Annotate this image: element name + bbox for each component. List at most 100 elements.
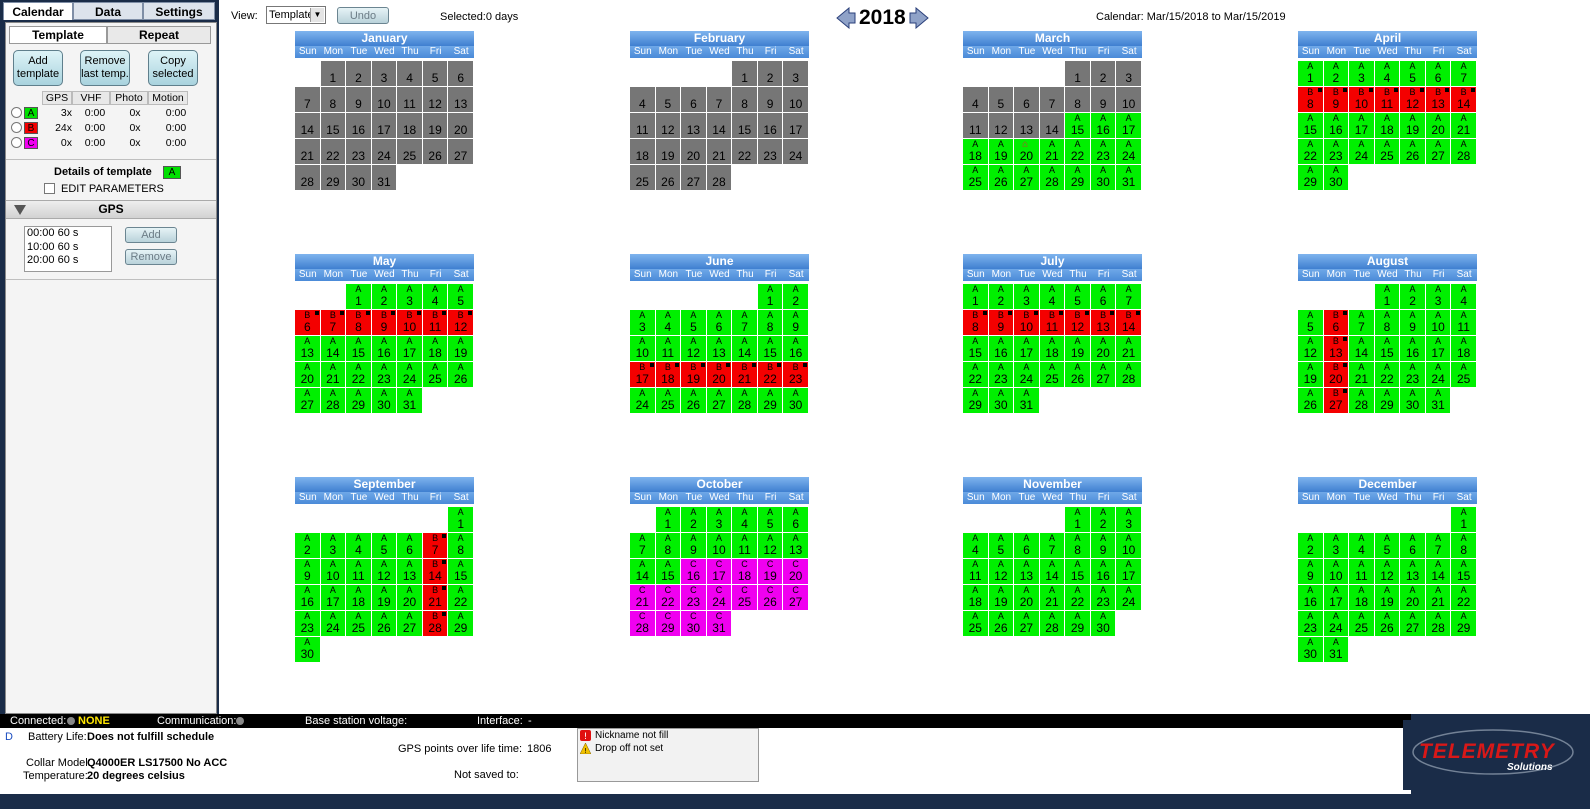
- day-cell[interactable]: C 21: [630, 585, 656, 611]
- day-cell[interactable]: A 23: [1090, 585, 1117, 611]
- month-title[interactable]: May: [295, 254, 474, 269]
- day-cell[interactable]: 28: [706, 165, 733, 191]
- day-cell[interactable]: 5: [988, 87, 1015, 113]
- day-cell[interactable]: 27: [681, 165, 707, 191]
- day-cell[interactable]: 11: [963, 113, 989, 139]
- tab-calendar[interactable]: Calendar: [3, 2, 73, 20]
- day-cell[interactable]: A 16: [1090, 559, 1117, 585]
- day-cell[interactable]: A 23: [1400, 362, 1426, 388]
- day-cell[interactable]: A 26: [988, 611, 1015, 637]
- day-cell[interactable]: A4: [732, 507, 758, 533]
- day-cell[interactable]: A 31: [1014, 388, 1040, 414]
- day-cell[interactable]: A 31: [397, 388, 423, 414]
- day-cell[interactable]: A 16: [1400, 336, 1426, 362]
- day-cell[interactable]: 14: [295, 113, 321, 139]
- day-cell[interactable]: A8: [1065, 533, 1091, 559]
- day-cell[interactable]: B 20: [1323, 362, 1350, 388]
- day-cell[interactable]: A 28: [1039, 611, 1066, 637]
- day-cell[interactable]: A 30: [1090, 611, 1117, 637]
- day-cell[interactable]: 31: [371, 165, 398, 191]
- day-cell[interactable]: A 16: [783, 336, 809, 362]
- day-cell[interactable]: A 11: [655, 336, 682, 362]
- day-cell[interactable]: A 16: [371, 336, 398, 362]
- day-cell[interactable]: 8: [320, 87, 347, 113]
- day-cell[interactable]: A4: [1374, 61, 1401, 87]
- day-cell[interactable]: A4: [1349, 533, 1375, 559]
- day-cell[interactable]: A3: [1349, 61, 1375, 87]
- template-radio[interactable]: [11, 122, 22, 133]
- day-cell[interactable]: A3: [1014, 284, 1040, 310]
- day-cell[interactable]: A 29: [346, 388, 372, 414]
- day-cell[interactable]: A 14: [630, 559, 656, 585]
- day-cell[interactable]: 6: [1014, 87, 1040, 113]
- day-cell[interactable]: A 13: [706, 336, 733, 362]
- day-cell[interactable]: 5: [422, 61, 449, 87]
- day-cell[interactable]: 7: [706, 87, 733, 113]
- day-cell[interactable]: A 18: [346, 585, 372, 611]
- day-cell[interactable]: 12: [655, 113, 682, 139]
- day-cell[interactable]: A 10: [630, 336, 656, 362]
- template-row[interactable]: B 24x 0:00 0x 0:00: [10, 120, 196, 135]
- day-cell[interactable]: A 23: [371, 362, 398, 388]
- day-cell[interactable]: A2: [1090, 507, 1117, 533]
- day-cell[interactable]: A5: [1400, 61, 1426, 87]
- day-cell[interactable]: A 17: [1116, 559, 1142, 585]
- day-cell[interactable]: A 22: [346, 362, 372, 388]
- day-cell[interactable]: B 13: [1323, 336, 1350, 362]
- template-row[interactable]: C 0x 0:00 0x 0:00: [10, 135, 196, 150]
- day-cell[interactable]: 11: [630, 113, 656, 139]
- day-cell[interactable]: B 21: [732, 362, 758, 388]
- day-cell[interactable]: A 30: [988, 388, 1015, 414]
- month-title[interactable]: December: [1298, 477, 1477, 492]
- day-cell[interactable]: A 28: [1451, 139, 1477, 165]
- edit-parameters-checkbox[interactable]: [44, 183, 55, 194]
- day-cell[interactable]: A6: [1425, 61, 1452, 87]
- day-cell[interactable]: A 26: [448, 362, 474, 388]
- day-cell[interactable]: A 22: [1374, 362, 1401, 388]
- day-cell[interactable]: 10: [1116, 87, 1142, 113]
- day-cell[interactable]: A 19: [371, 585, 398, 611]
- day-cell[interactable]: 14: [706, 113, 733, 139]
- day-cell[interactable]: 12: [422, 87, 449, 113]
- day-cell[interactable]: A 30: [295, 637, 321, 663]
- day-cell[interactable]: B8: [1298, 87, 1324, 113]
- day-cell[interactable]: A 15: [1374, 336, 1401, 362]
- day-cell[interactable]: B 14: [1451, 87, 1477, 113]
- gps-section-header[interactable]: GPS: [6, 200, 216, 219]
- day-cell[interactable]: A 11: [1451, 310, 1477, 336]
- day-cell[interactable]: A 15: [963, 336, 989, 362]
- day-cell[interactable]: 6: [448, 61, 474, 87]
- day-cell[interactable]: 10: [783, 87, 809, 113]
- day-cell[interactable]: A8: [1451, 533, 1477, 559]
- day-cell[interactable]: A 26: [371, 611, 398, 637]
- day-cell[interactable]: A4: [1039, 284, 1066, 310]
- day-cell[interactable]: A 12: [1298, 336, 1324, 362]
- day-cell[interactable]: A1: [1451, 507, 1477, 533]
- day-cell[interactable]: A 12: [988, 559, 1015, 585]
- day-cell[interactable]: C 18: [732, 559, 758, 585]
- day-cell[interactable]: A 13: [783, 533, 809, 559]
- day-cell[interactable]: A 14: [1425, 559, 1452, 585]
- day-cell[interactable]: 2: [1090, 61, 1117, 87]
- gps-add-button[interactable]: Add: [125, 227, 177, 243]
- day-cell[interactable]: 13: [1014, 113, 1040, 139]
- day-cell[interactable]: B9: [371, 310, 398, 336]
- day-cell[interactable]: A4: [1451, 284, 1477, 310]
- collapse-triangle-icon[interactable]: [14, 205, 26, 215]
- month-title[interactable]: February: [630, 31, 809, 46]
- day-cell[interactable]: 12: [988, 113, 1015, 139]
- day-cell[interactable]: 18: [397, 113, 423, 139]
- gps-schedule-item[interactable]: 10:00 60 s: [25, 241, 111, 255]
- day-cell[interactable]: A3: [706, 507, 733, 533]
- day-cell[interactable]: B9: [1323, 87, 1350, 113]
- day-cell[interactable]: 19: [422, 113, 449, 139]
- gps-remove-button[interactable]: Remove: [125, 249, 177, 265]
- day-cell[interactable]: A 19: [1374, 585, 1401, 611]
- day-cell[interactable]: A5: [1065, 284, 1091, 310]
- day-cell[interactable]: 21: [706, 139, 733, 165]
- day-cell[interactable]: 4: [397, 61, 423, 87]
- day-cell[interactable]: B8: [963, 310, 989, 336]
- day-cell[interactable]: B6: [295, 310, 321, 336]
- day-cell[interactable]: A 24: [1349, 139, 1375, 165]
- day-cell[interactable]: A 25: [963, 611, 989, 637]
